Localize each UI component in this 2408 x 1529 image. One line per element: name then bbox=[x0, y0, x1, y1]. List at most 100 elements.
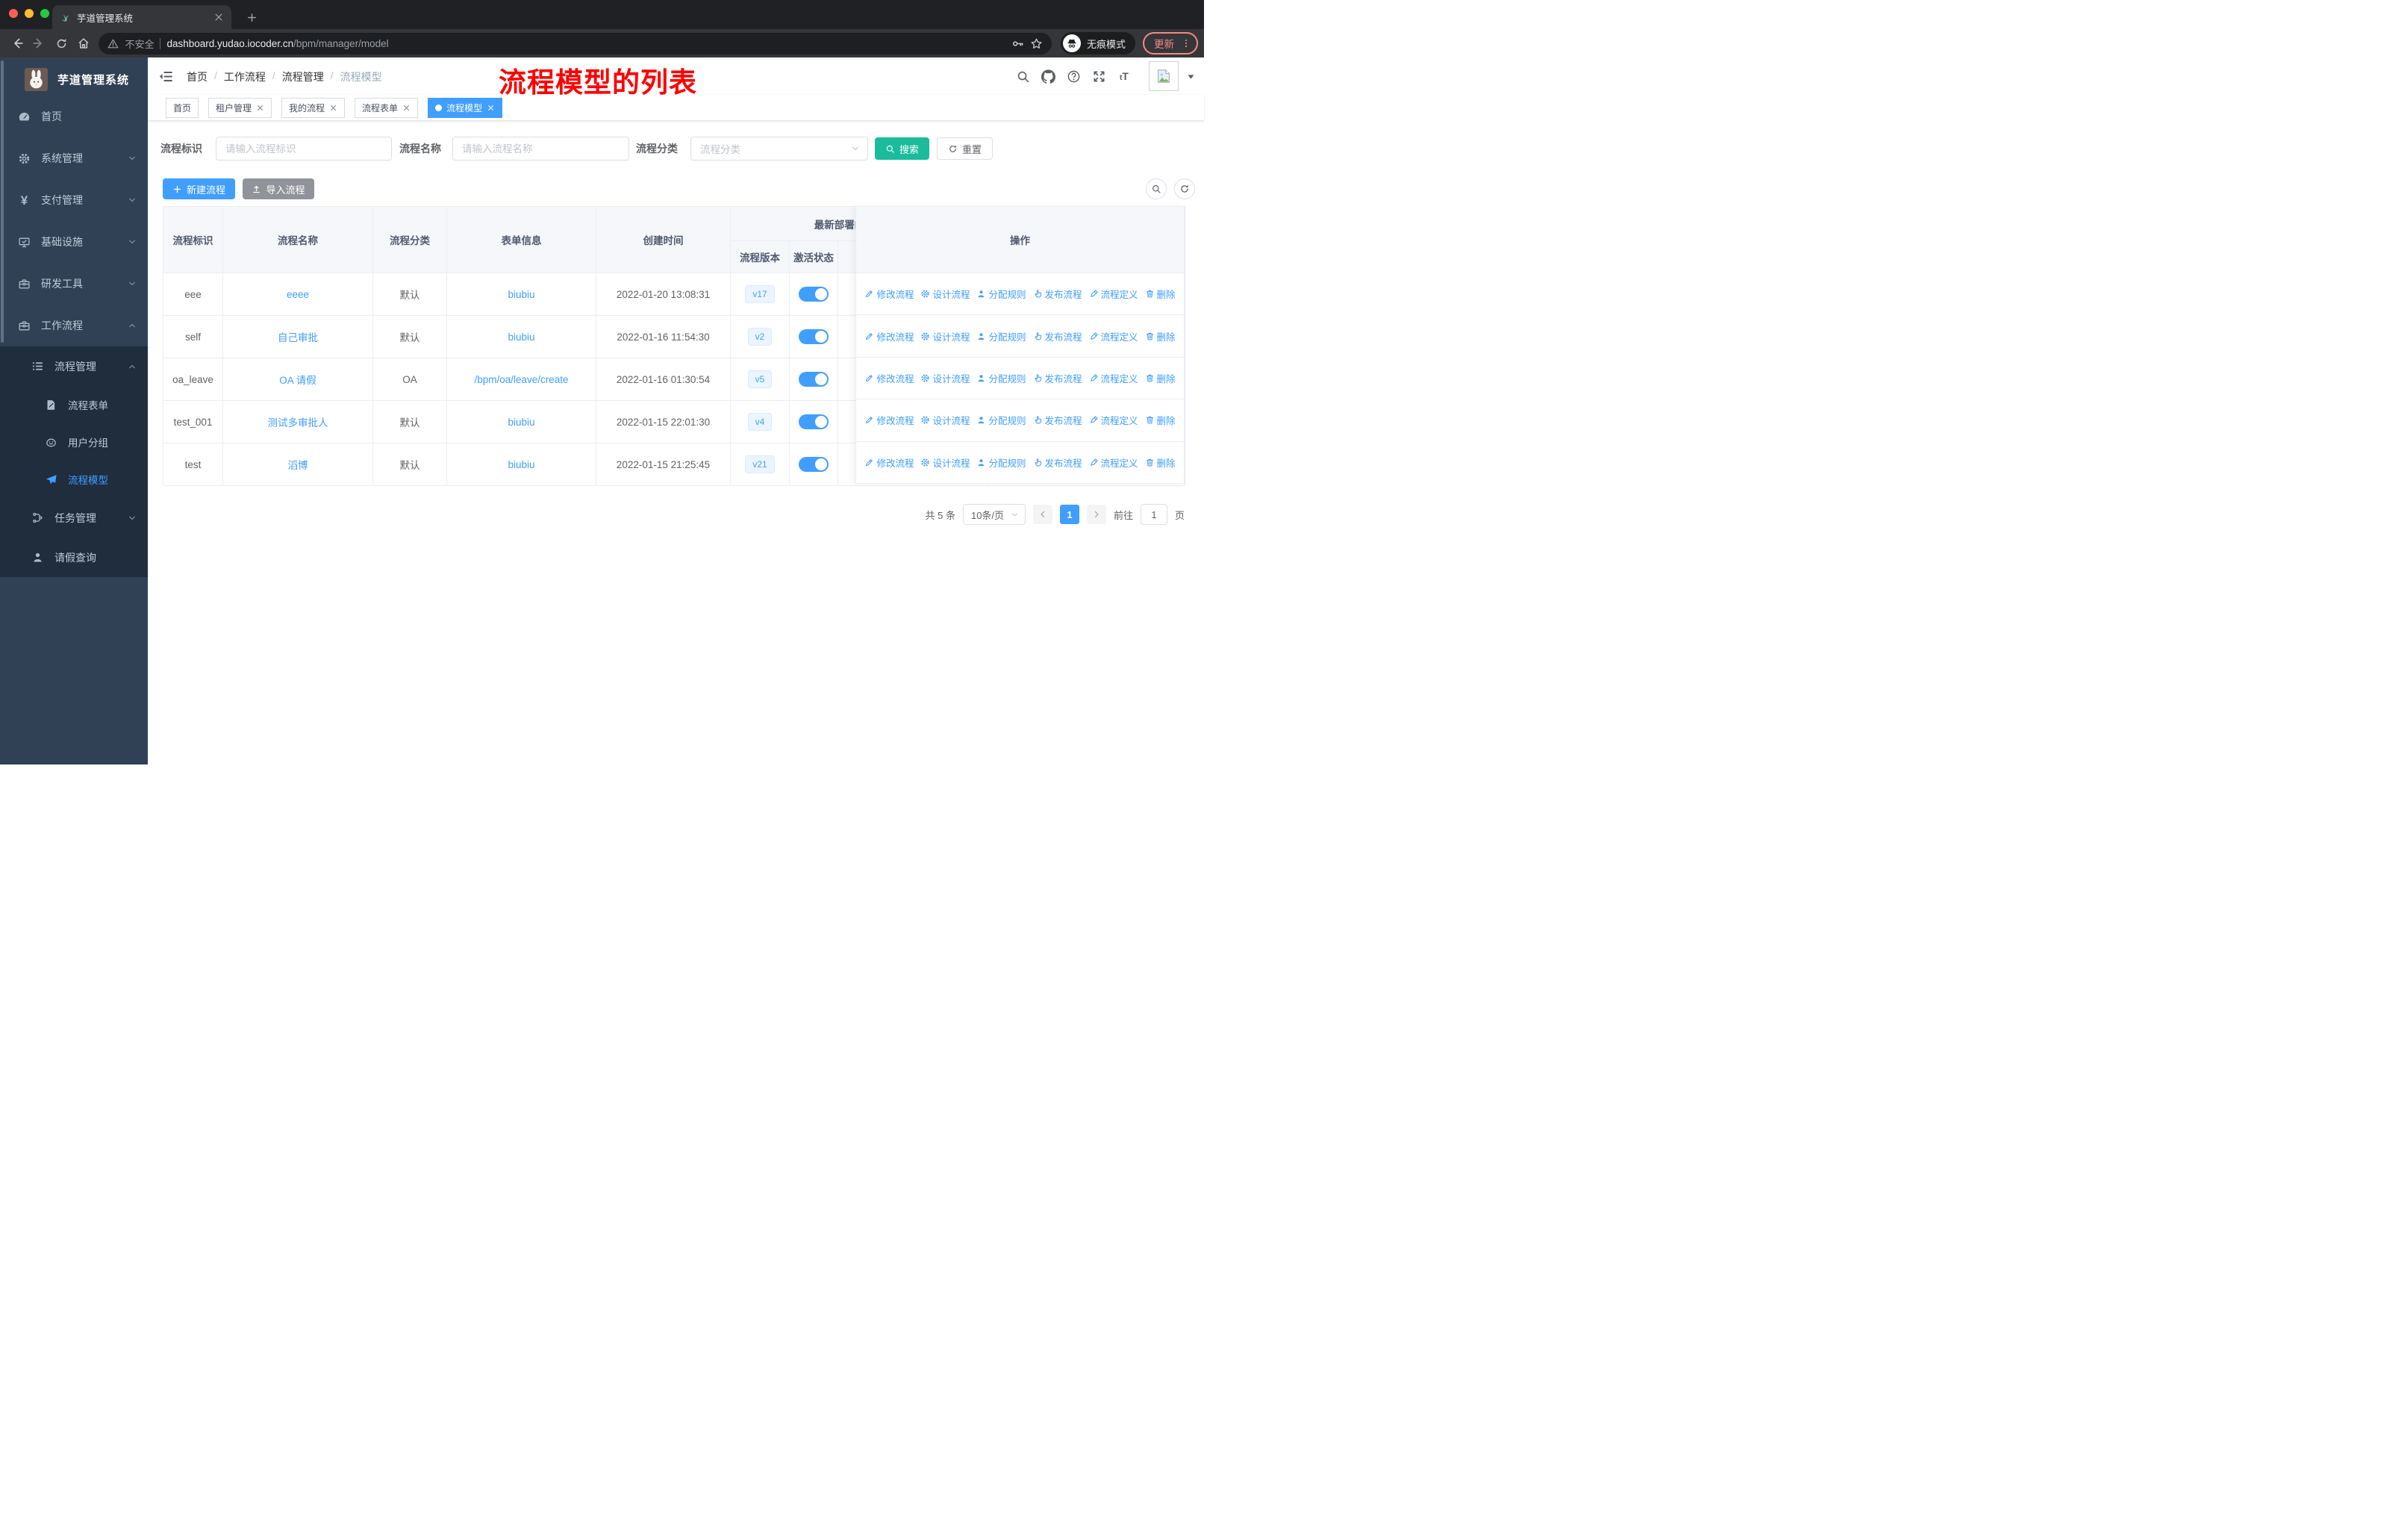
version-badge[interactable]: v4 bbox=[747, 413, 773, 431]
sidebar-item-home[interactable]: 首页 bbox=[0, 96, 148, 137]
action-publish[interactable]: 发布流程 bbox=[1033, 455, 1082, 470]
action-publish[interactable]: 发布流程 bbox=[1033, 371, 1082, 385]
filter-name-input[interactable] bbox=[452, 137, 629, 161]
version-badge[interactable]: v17 bbox=[745, 285, 775, 303]
help-icon[interactable] bbox=[1066, 69, 1081, 84]
form-info-link[interactable]: biubiu bbox=[508, 417, 534, 428]
sidebar-item-workflow[interactable]: 工作流程 bbox=[0, 305, 148, 346]
action-edit[interactable]: 修改流程 bbox=[864, 329, 914, 343]
reset-button[interactable]: 重置 bbox=[937, 137, 993, 160]
search-button[interactable]: 搜索 bbox=[875, 137, 929, 160]
action-definition[interactable]: 流程定义 bbox=[1089, 371, 1138, 385]
action-publish[interactable]: 发布流程 bbox=[1033, 413, 1082, 427]
active-toggle[interactable] bbox=[799, 372, 829, 387]
search-icon[interactable] bbox=[1015, 69, 1030, 84]
action-delete[interactable]: 删除 bbox=[1145, 413, 1176, 427]
action-assign[interactable]: 分配规则 bbox=[976, 455, 1026, 470]
sidebar-collapse-button[interactable] bbox=[158, 69, 174, 84]
action-design[interactable]: 设计流程 bbox=[920, 287, 970, 301]
browser-tab[interactable]: 芋道管理系统 bbox=[52, 5, 231, 29]
process-name-link[interactable]: 自己审批 bbox=[278, 332, 318, 343]
prev-page-button[interactable] bbox=[1032, 505, 1052, 524]
font-size-icon[interactable]: tT bbox=[1117, 69, 1132, 84]
minimize-window-button[interactable] bbox=[25, 9, 34, 18]
action-definition[interactable]: 流程定义 bbox=[1089, 329, 1138, 343]
action-delete[interactable]: 删除 bbox=[1145, 287, 1176, 301]
close-window-button[interactable] bbox=[9, 9, 18, 18]
active-toggle[interactable] bbox=[799, 414, 829, 429]
action-assign[interactable]: 分配规则 bbox=[976, 413, 1026, 427]
tag-tenant[interactable]: 租户管理 bbox=[208, 97, 272, 118]
action-definition[interactable]: 流程定义 bbox=[1089, 413, 1138, 427]
import-process-button[interactable]: 导入流程 bbox=[243, 178, 314, 199]
sidebar-item-devtools[interactable]: 研发工具 bbox=[0, 263, 148, 305]
sidebar-item-infra[interactable]: 基础设施 bbox=[0, 221, 148, 263]
form-info-link[interactable]: biubiu bbox=[508, 459, 534, 470]
bookmark-star-icon[interactable] bbox=[1030, 37, 1043, 50]
action-design[interactable]: 设计流程 bbox=[920, 329, 970, 343]
back-button[interactable] bbox=[6, 32, 28, 55]
tab-close-icon[interactable] bbox=[213, 12, 224, 22]
new-tab-button[interactable] bbox=[243, 8, 261, 26]
refresh-table-button[interactable] bbox=[1174, 178, 1195, 199]
page-size-select[interactable]: 10条/页 bbox=[962, 504, 1026, 525]
version-badge[interactable]: v2 bbox=[747, 328, 773, 346]
avatar-caret-icon[interactable] bbox=[1187, 74, 1195, 80]
process-name-link[interactable]: 滔博 bbox=[288, 460, 308, 471]
process-name-link[interactable]: 测试多审批人 bbox=[268, 417, 328, 429]
version-badge[interactable]: v5 bbox=[747, 370, 773, 388]
process-name-link[interactable]: eeee bbox=[287, 289, 309, 300]
action-definition[interactable]: 流程定义 bbox=[1089, 455, 1138, 470]
action-edit[interactable]: 修改流程 bbox=[864, 455, 914, 470]
address-bar[interactable]: 不安全 dashboard.yudao.iocoder.cn/bpm/manag… bbox=[99, 32, 1052, 55]
show-search-toggle-button[interactable] bbox=[1146, 178, 1167, 199]
browser-menu-icon[interactable] bbox=[1181, 38, 1191, 49]
action-delete[interactable]: 删除 bbox=[1145, 329, 1176, 343]
sidebar-item-task-mgmt[interactable]: 任务管理 bbox=[0, 498, 148, 538]
sidebar-item-user-group[interactable]: 用户分组 bbox=[0, 423, 148, 461]
sidebar-item-payment[interactable]: ¥ 支付管理 bbox=[0, 179, 148, 221]
github-icon[interactable] bbox=[1041, 69, 1055, 84]
active-toggle[interactable] bbox=[799, 329, 829, 344]
active-toggle[interactable] bbox=[799, 457, 829, 472]
filter-category-select[interactable]: 流程分类 bbox=[690, 137, 868, 161]
action-publish[interactable]: 发布流程 bbox=[1033, 329, 1082, 343]
tag-process-form[interactable]: 流程表单 bbox=[355, 97, 419, 118]
forward-button[interactable] bbox=[28, 32, 51, 55]
action-definition[interactable]: 流程定义 bbox=[1089, 287, 1138, 301]
zoom-window-button[interactable] bbox=[40, 9, 49, 18]
goto-page-input[interactable] bbox=[1140, 504, 1167, 525]
action-assign[interactable]: 分配规则 bbox=[976, 287, 1026, 301]
form-info-link[interactable]: /bpm/oa/leave/create bbox=[474, 374, 568, 385]
action-delete[interactable]: 删除 bbox=[1145, 371, 1176, 385]
sidebar-item-system[interactable]: 系统管理 bbox=[0, 137, 148, 179]
breadcrumb-item[interactable]: 首页 bbox=[187, 69, 208, 84]
security-label[interactable]: 不安全 bbox=[125, 37, 154, 51]
reload-button[interactable] bbox=[50, 32, 72, 55]
action-edit[interactable]: 修改流程 bbox=[864, 371, 914, 385]
action-design[interactable]: 设计流程 bbox=[920, 413, 970, 427]
tag-home[interactable]: 首页 bbox=[166, 97, 199, 118]
sidebar-item-process-mgmt[interactable]: 流程管理 bbox=[0, 346, 148, 386]
update-browser-button[interactable]: 更新 bbox=[1143, 32, 1198, 55]
action-delete[interactable]: 删除 bbox=[1145, 455, 1176, 470]
sidebar-item-leave-query[interactable]: 请假查询 bbox=[0, 538, 148, 577]
page-number-1[interactable]: 1 bbox=[1059, 505, 1079, 524]
breadcrumb-item[interactable]: 流程管理 bbox=[282, 69, 324, 84]
sidebar-item-process-model[interactable]: 流程模型 bbox=[0, 461, 148, 498]
active-toggle[interactable] bbox=[799, 287, 829, 302]
filter-key-input[interactable] bbox=[216, 137, 392, 161]
action-assign[interactable]: 分配规则 bbox=[976, 371, 1026, 385]
action-publish[interactable]: 发布流程 bbox=[1033, 287, 1082, 301]
tag-my-process[interactable]: 我的流程 bbox=[281, 97, 346, 118]
process-name-link[interactable]: OA 请假 bbox=[279, 375, 316, 386]
action-edit[interactable]: 修改流程 bbox=[864, 287, 914, 301]
action-assign[interactable]: 分配规则 bbox=[976, 329, 1026, 343]
action-design[interactable]: 设计流程 bbox=[920, 455, 970, 470]
form-info-link[interactable]: biubiu bbox=[508, 289, 534, 300]
breadcrumb-item[interactable]: 工作流程 bbox=[224, 69, 266, 84]
home-button[interactable] bbox=[72, 32, 95, 55]
key-icon[interactable] bbox=[1011, 37, 1024, 50]
sidebar-item-process-form[interactable]: 流程表单 bbox=[0, 386, 148, 423]
action-edit[interactable]: 修改流程 bbox=[864, 413, 914, 427]
